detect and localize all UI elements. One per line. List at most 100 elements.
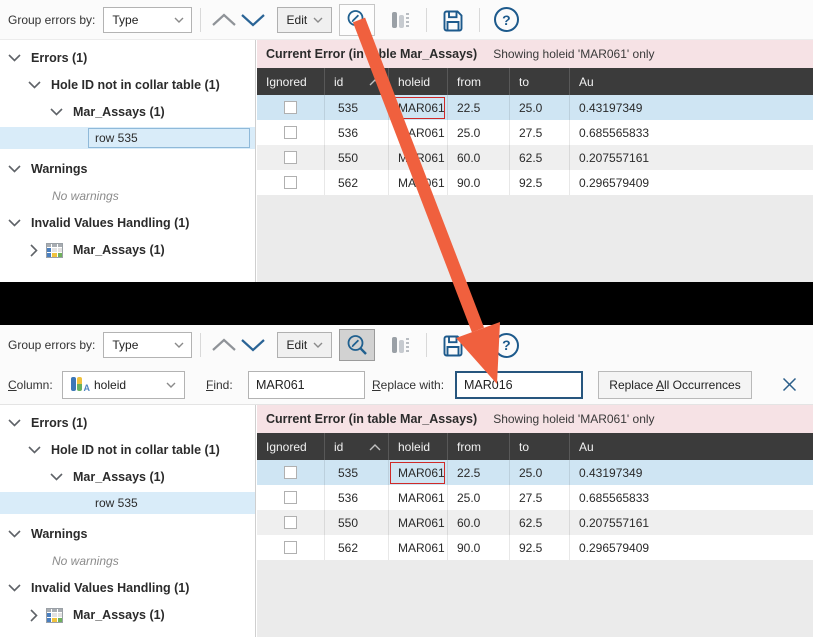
tree-node-row-535[interactable]: row 535 (0, 492, 255, 514)
column-select-dropdown[interactable]: A holeid (62, 371, 185, 399)
chevron-down-icon (166, 382, 176, 388)
ignored-checkbox[interactable] (284, 101, 297, 114)
next-error-button[interactable] (238, 332, 267, 358)
ignored-checkbox[interactable] (284, 491, 297, 504)
column-header-ignored[interactable]: Ignored (257, 68, 325, 95)
tree-node-errors[interactable]: Errors (1) (0, 411, 255, 435)
chevron-down-icon (313, 17, 323, 23)
ignored-checkbox[interactable] (284, 516, 297, 529)
panel-title: Current Error (in table Mar_Assays) (266, 47, 477, 61)
ignored-checkbox[interactable] (284, 541, 297, 554)
toolbar-top: Group errors by: Type Edit (0, 0, 813, 40)
tree-label: Invalid Values Handling (1) (31, 216, 189, 230)
ignored-cell (257, 460, 325, 485)
tree-node-hole-id[interactable]: Hole ID not in collar table (1) (0, 438, 255, 462)
chevron-down-icon (8, 530, 21, 538)
column-header-holeid[interactable]: holeid (389, 433, 448, 460)
toolbar-separator (479, 8, 480, 32)
id-cell: 550 (325, 510, 389, 535)
close-find-bar-button[interactable] (778, 374, 800, 396)
tree-label: Hole ID not in collar table (1) (51, 443, 220, 457)
chevron-down-icon (28, 446, 41, 454)
close-icon (782, 377, 797, 392)
chevron-down-icon (313, 342, 323, 348)
table-icon (46, 243, 63, 258)
column-header-id[interactable]: id (325, 68, 389, 95)
next-error-button[interactable] (238, 7, 267, 33)
table-row[interactable]: 550 MAR061 60.0 62.5 0.207557161 (257, 145, 813, 170)
ignored-checkbox[interactable] (284, 151, 297, 164)
column-header-holeid[interactable]: holeid (389, 68, 448, 95)
replace-with-input[interactable] (455, 371, 583, 399)
chevron-down-icon (50, 473, 63, 481)
tree-node-warnings[interactable]: Warnings (0, 522, 255, 546)
ignored-checkbox[interactable] (284, 126, 297, 139)
holeid-cell: MAR061 (389, 95, 448, 120)
column-header-from[interactable]: from (448, 68, 510, 95)
tree-node-invalid-mar-assays[interactable]: Mar_Assays (1) (0, 603, 255, 627)
tree-node-hole-id[interactable]: Hole ID not in collar table (1) (0, 73, 255, 97)
column-header-ignored[interactable]: Ignored (257, 433, 325, 460)
replace-all-occurrences-button[interactable]: Replace All Occurrences (598, 371, 752, 399)
chevron-right-icon (30, 609, 38, 622)
column-header-from[interactable]: from (448, 433, 510, 460)
toolbar-separator (426, 333, 427, 357)
from-cell: 25.0 (448, 120, 510, 145)
find-replace-button[interactable] (339, 4, 375, 36)
tree-label: Errors (1) (31, 416, 87, 430)
tree-node-invalid-values[interactable]: Invalid Values Handling (1) (0, 576, 255, 600)
chevron-down-icon (50, 108, 63, 116)
to-cell: 27.5 (510, 485, 570, 510)
to-cell: 25.0 (510, 95, 570, 120)
au-cell: 0.207557161 (570, 145, 813, 170)
id-cell: 550 (325, 145, 389, 170)
column-header-id[interactable]: id (325, 433, 389, 460)
tree-node-invalid-mar-assays[interactable]: Mar_Assays (1) (0, 238, 255, 262)
ignored-checkbox[interactable] (284, 466, 297, 479)
table-row[interactable]: 550 MAR061 60.0 62.5 0.207557161 (257, 510, 813, 535)
table-row[interactable]: 562 MAR061 90.0 92.5 0.296579409 (257, 535, 813, 560)
column-header-au[interactable]: Au (570, 68, 813, 95)
au-cell: 0.207557161 (570, 510, 813, 535)
from-cell: 25.0 (448, 485, 510, 510)
toolbar-separator (200, 8, 201, 32)
edit-dropdown-button[interactable]: Edit (277, 7, 332, 33)
table-row[interactable]: 535 MAR061 22.5 25.0 0.43197349 (257, 95, 813, 120)
group-by-dropdown[interactable]: Type (103, 7, 192, 33)
tree-node-warnings[interactable]: Warnings (0, 157, 255, 181)
column-header-to[interactable]: to (510, 433, 570, 460)
table-row[interactable]: 562 MAR061 90.0 92.5 0.296579409 (257, 170, 813, 195)
tree-label: Mar_Assays (1) (73, 608, 165, 622)
table-row[interactable]: 535 MAR061 22.5 25.0 0.43197349 (257, 460, 813, 485)
tree-node-mar-assays[interactable]: Mar_Assays (1) (0, 465, 255, 489)
find-input[interactable] (248, 371, 365, 399)
find-replace-button-active[interactable] (339, 329, 375, 361)
tree-node-row-535[interactable]: row 535 (0, 127, 255, 149)
find-label: Find: (206, 378, 233, 392)
previous-error-button[interactable] (209, 332, 238, 358)
column-header-to[interactable]: to (510, 68, 570, 95)
tree-node-errors[interactable]: Errors (1) (0, 46, 255, 70)
chevron-down-icon (174, 17, 184, 23)
ignored-checkbox[interactable] (284, 176, 297, 189)
save-button[interactable] (435, 4, 471, 36)
fix-errors-button[interactable] (382, 4, 418, 36)
tree-label: Mar_Assays (1) (73, 243, 165, 257)
save-button[interactable] (435, 329, 471, 361)
edit-dropdown-button[interactable]: Edit (277, 332, 332, 358)
help-button[interactable]: ? (488, 4, 524, 36)
au-cell: 0.685565833 (570, 485, 813, 510)
table-row[interactable]: 536 MAR061 25.0 27.5 0.685565833 (257, 485, 813, 510)
previous-error-button[interactable] (209, 7, 238, 33)
group-by-dropdown[interactable]: Type (103, 332, 192, 358)
find-replace-bar: Column: A holeid Find: Replace with: Rep… (0, 365, 813, 405)
tree-node-invalid-values[interactable]: Invalid Values Handling (1) (0, 211, 255, 235)
fix-errors-button[interactable] (382, 329, 418, 361)
tree-node-mar-assays[interactable]: Mar_Assays (1) (0, 100, 255, 124)
chevron-down-icon (240, 338, 266, 352)
ignored-cell (257, 170, 325, 195)
current-error-band: Current Error (in table Mar_Assays) Show… (257, 40, 813, 68)
help-button[interactable]: ? (488, 329, 524, 361)
table-row[interactable]: 536 MAR061 25.0 27.5 0.685565833 (257, 120, 813, 145)
column-header-au[interactable]: Au (570, 433, 813, 460)
